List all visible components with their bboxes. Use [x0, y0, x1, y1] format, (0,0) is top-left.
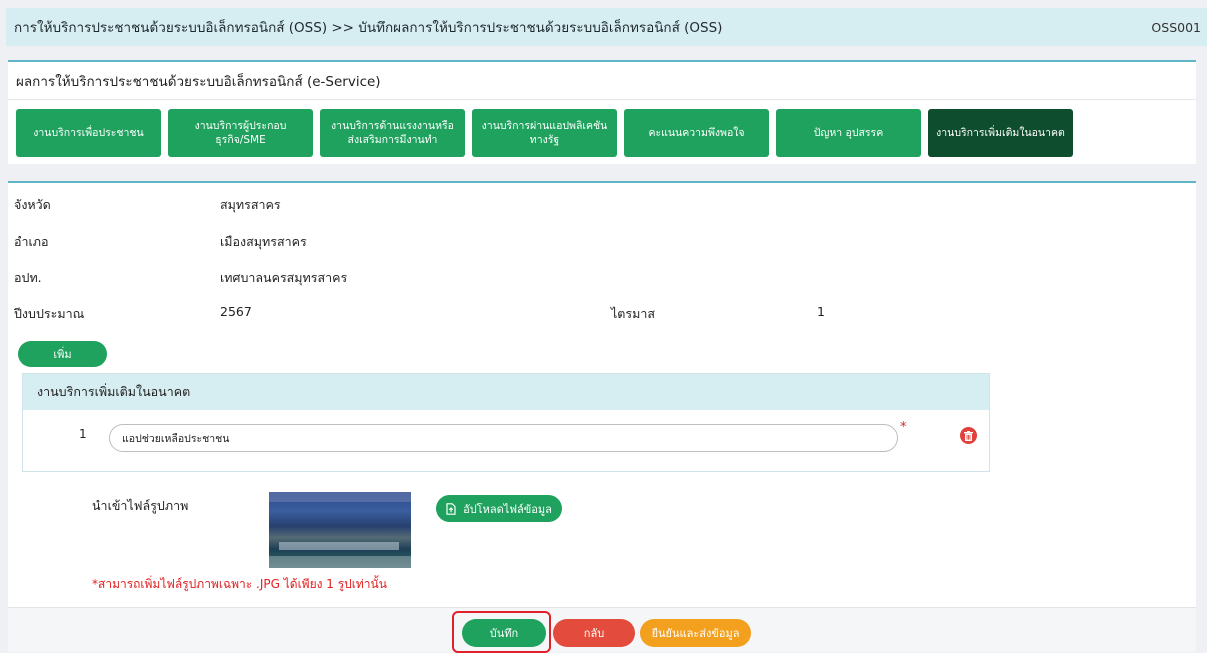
- tab-labor[interactable]: งานบริการด้านแรงงานหรือส่งเสริมการมีงานท…: [320, 109, 465, 157]
- tab-public-service[interactable]: งานบริการเพื่อประชาชน: [16, 109, 161, 157]
- tab-problems[interactable]: ปัญหา อุปสรรค: [776, 109, 921, 157]
- budget-year-label: ปีงบประมาณ: [14, 306, 85, 321]
- tab-future-services[interactable]: งานบริการเพิ่มเติมในอนาคต: [928, 109, 1073, 157]
- trash-icon: [964, 430, 973, 441]
- row-number: 1: [79, 427, 87, 441]
- quarter-value: 1: [817, 304, 825, 319]
- add-button[interactable]: เพิ่ม: [18, 341, 107, 367]
- lao-value: เทศบาลนครสมุทรสาคร: [220, 270, 348, 285]
- page-code: OSS001: [1151, 19, 1201, 35]
- tab-thangrat-app[interactable]: งานบริการผ่านแอปพลิเคชันทางรัฐ: [472, 109, 617, 157]
- breadcrumb: การให้บริการประชาชนด้วยระบบอิเล็กทรอนิกส…: [14, 20, 723, 36]
- quarter-label: ไตรมาส: [611, 306, 656, 321]
- panel-header: งานบริการเพิ่มเติมในอนาคต: [23, 374, 989, 410]
- section-title: ผลการให้บริการประชาชนด้วยระบบอิเล็กทรอนิ…: [8, 62, 1196, 100]
- upload-file-button[interactable]: อัปโหลดไฟล์ข้อมูล: [436, 495, 562, 522]
- upload-note: *สามารถเพิ่มไฟล์รูปภาพเฉพาะ .JPG ได้เพีย…: [92, 577, 387, 591]
- upload-button-label: อัปโหลดไฟล์ข้อมูล: [463, 502, 552, 516]
- tab-satisfaction[interactable]: คะแนนความพึงพอใจ: [624, 109, 769, 157]
- district-value: เมืองสมุทรสาคร: [220, 234, 307, 249]
- back-button[interactable]: กลับ: [553, 619, 635, 647]
- breadcrumb-bar: การให้บริการประชาชนด้วยระบบอิเล็กทรอนิกส…: [6, 8, 1207, 46]
- form-card: จังหวัด สมุทรสาคร อำเภอ เมืองสมุทรสาคร อ…: [8, 181, 1196, 653]
- service-input[interactable]: [109, 424, 898, 452]
- confirm-submit-button[interactable]: ยืนยันและส่งข้อมูล: [640, 619, 751, 647]
- province-value: สมุทรสาคร: [220, 197, 281, 212]
- lao-label: อปท.: [14, 270, 42, 285]
- province-label: จังหวัด: [14, 197, 51, 212]
- tab-business-sme[interactable]: งานบริการผู้ประกอบธุรกิจ/SME: [168, 109, 313, 157]
- file-upload-icon: [446, 502, 456, 515]
- eservice-card: ผลการให้บริการประชาชนด้วยระบบอิเล็กทรอนิ…: [8, 60, 1196, 164]
- budget-year-value: 2567: [220, 304, 252, 319]
- district-label: อำเภอ: [14, 234, 49, 249]
- uploaded-image-thumbnail: [269, 492, 411, 568]
- future-services-panel: งานบริการเพิ่มเติมในอนาคต 1 *: [22, 373, 990, 472]
- form-footer: บันทึก กลับ ยืนยันและส่งข้อมูล: [8, 607, 1196, 653]
- tab-bar: งานบริการเพื่อประชาชน งานบริการผู้ประกอบ…: [16, 109, 1073, 157]
- required-mark: *: [900, 420, 907, 435]
- image-upload-label: นำเข้าไฟล์รูปภาพ: [92, 498, 189, 513]
- save-button[interactable]: บันทึก: [462, 619, 546, 647]
- delete-row-button[interactable]: [960, 427, 977, 444]
